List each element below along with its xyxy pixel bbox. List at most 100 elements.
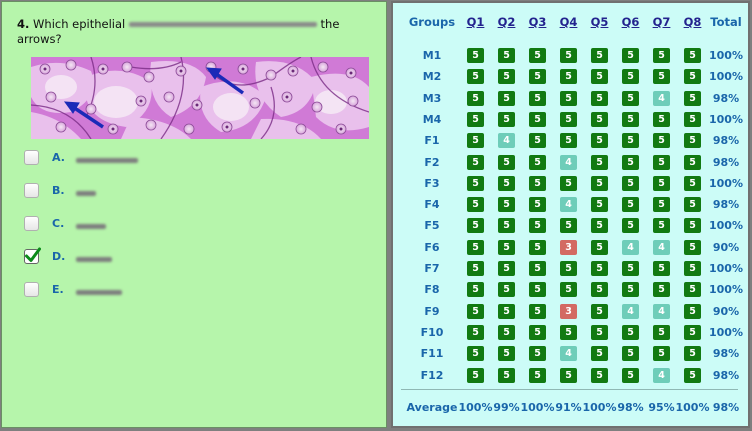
checkmark-icon — [25, 247, 41, 262]
score-cell: 5 — [653, 176, 670, 191]
choice-b-label: B. — [52, 184, 65, 197]
score-cell: 5 — [529, 112, 546, 127]
score-cell: 5 — [467, 176, 484, 191]
choice-c[interactable]: C. — [24, 214, 224, 238]
average-q1: 100% — [458, 401, 493, 414]
score-cell: 5 — [622, 69, 639, 84]
score-cell: 5 — [560, 48, 577, 63]
score-cell: 5 — [622, 197, 639, 212]
score-cell: 5 — [467, 112, 484, 127]
question-panel: 4. Which epithelial the arrows? A. B. C.… — [1, 1, 387, 428]
score-cell: 5 — [467, 91, 484, 106]
score-cell: 5 — [684, 133, 701, 148]
average-divider — [401, 389, 738, 390]
group-label-f7: F7 — [424, 262, 440, 275]
score-cell: 5 — [591, 91, 608, 106]
score-cell: 5 — [560, 368, 577, 383]
score-cell: 5 — [560, 325, 577, 340]
average-label: Average — [406, 401, 458, 414]
score-cell: 5 — [591, 155, 608, 170]
row-total: 90% — [712, 305, 740, 318]
q3-header[interactable]: Q3 — [524, 15, 551, 29]
average-q7: 95% — [648, 401, 675, 414]
choice-b-redacted-text — [76, 191, 96, 196]
score-cell: 5 — [560, 282, 577, 297]
choice-b-checkbox[interactable] — [24, 183, 39, 198]
choice-b[interactable]: B. — [24, 181, 224, 205]
score-cell: 5 — [591, 261, 608, 276]
row-total: 100% — [709, 219, 743, 232]
score-cell: 5 — [684, 176, 701, 191]
group-label-f9: F9 — [424, 305, 440, 318]
q7-header[interactable]: Q7 — [648, 15, 675, 29]
choice-d-redacted-text — [76, 257, 112, 262]
score-cell: 5 — [684, 240, 701, 255]
score-cell: 5 — [560, 176, 577, 191]
groups-header: Groups — [408, 15, 456, 29]
score-cell: 5 — [622, 218, 639, 233]
average-q5: 100% — [582, 401, 617, 414]
row-total: 100% — [709, 70, 743, 83]
choice-a[interactable]: A. — [24, 148, 224, 172]
score-cell: 4 — [653, 368, 670, 383]
score-cell: 5 — [498, 197, 515, 212]
group-label-m1: M1 — [422, 49, 442, 62]
choice-a-redacted-text — [76, 158, 138, 163]
score-cell: 5 — [560, 261, 577, 276]
score-cell: 5 — [591, 240, 608, 255]
choice-a-checkbox[interactable] — [24, 150, 39, 165]
row-total: 98% — [712, 156, 740, 169]
score-cell: 5 — [653, 155, 670, 170]
score-cell: 5 — [653, 48, 670, 63]
score-cell: 4 — [622, 240, 639, 255]
score-cell: 5 — [684, 197, 701, 212]
score-cell: 5 — [529, 197, 546, 212]
score-cell: 5 — [467, 69, 484, 84]
q8-header[interactable]: Q8 — [679, 15, 706, 29]
score-cell: 5 — [653, 346, 670, 361]
choice-c-checkbox[interactable] — [24, 216, 39, 231]
row-total: 98% — [712, 134, 740, 147]
score-cell: 5 — [591, 69, 608, 84]
score-cell: 5 — [529, 282, 546, 297]
q4-header[interactable]: Q4 — [555, 15, 582, 29]
score-cell: 5 — [591, 133, 608, 148]
score-cell: 5 — [467, 282, 484, 297]
score-cell: 5 — [591, 197, 608, 212]
score-cell: 5 — [529, 346, 546, 361]
q2-header[interactable]: Q2 — [493, 15, 520, 29]
choice-d[interactable]: D. — [24, 247, 224, 271]
score-cell: 5 — [684, 48, 701, 63]
score-cell: 5 — [467, 368, 484, 383]
score-cell: 5 — [622, 368, 639, 383]
score-cell: 5 — [622, 282, 639, 297]
row-total: 98% — [712, 92, 740, 105]
question-text-start: Which epithelial — [33, 17, 126, 31]
choice-a-label: A. — [52, 151, 65, 164]
choice-e-checkbox[interactable] — [24, 282, 39, 297]
score-cell: 5 — [684, 112, 701, 127]
score-cell: 5 — [560, 69, 577, 84]
score-cell: 5 — [498, 218, 515, 233]
q1-header[interactable]: Q1 — [462, 15, 489, 29]
score-cell: 5 — [622, 261, 639, 276]
score-cell: 5 — [622, 346, 639, 361]
q6-header[interactable]: Q6 — [617, 15, 644, 29]
choice-c-redacted-text — [76, 224, 106, 229]
score-cell: 5 — [529, 240, 546, 255]
average-q2: 99% — [493, 401, 520, 414]
score-cell: 5 — [591, 176, 608, 191]
score-cell: 5 — [560, 112, 577, 127]
choice-e[interactable]: E. — [24, 280, 224, 304]
question-text-line2: arrows? — [17, 32, 62, 46]
score-cell: 5 — [529, 218, 546, 233]
group-label-m3: M3 — [422, 92, 442, 105]
score-cell: 5 — [560, 218, 577, 233]
q5-header[interactable]: Q5 — [586, 15, 613, 29]
group-label-f3: F3 — [424, 177, 440, 190]
score-cell: 5 — [529, 176, 546, 191]
score-cell: 5 — [591, 368, 608, 383]
score-cell: 3 — [560, 304, 577, 319]
choice-d-checkbox[interactable] — [24, 247, 41, 264]
results-panel: Groups Q1 Q2 Q3 Q4 Q5 Q6 Q7 Q8 Total M1 5 5 5 5 5 5 5 5 100… — [391, 1, 750, 428]
